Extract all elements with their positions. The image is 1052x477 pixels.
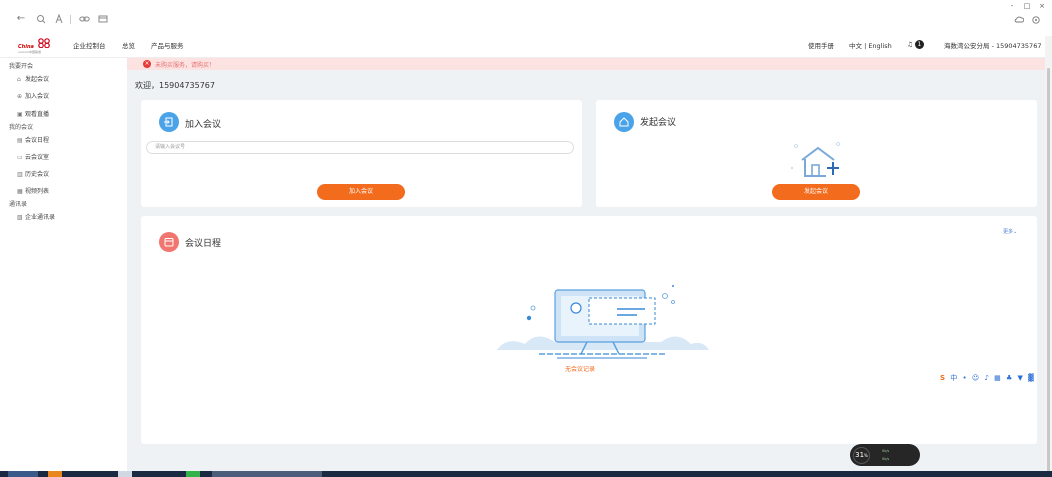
join-icon: ⊕ bbox=[17, 93, 23, 100]
start-meeting-button[interactable]: 发起会议 bbox=[772, 184, 860, 200]
calendar-icon: ▤ bbox=[17, 137, 23, 144]
close-button[interactable]: × bbox=[1035, 2, 1049, 10]
minimize-button[interactable]: - bbox=[1005, 2, 1019, 10]
live-icon: ▣ bbox=[17, 111, 23, 118]
chinese-mode-icon[interactable]: 中 bbox=[950, 373, 957, 383]
taskbar-app-icon[interactable] bbox=[118, 471, 132, 477]
sidebar-item-schedule[interactable]: ▤ 会议日程 bbox=[17, 135, 49, 144]
sidebar-item-label: 视频列表 bbox=[25, 188, 50, 195]
sidebar-item-videos[interactable]: ▦ 视频列表 bbox=[17, 186, 49, 195]
video-list-icon: ▦ bbox=[17, 188, 23, 195]
maximize-button[interactable]: □ bbox=[1020, 2, 1034, 10]
ime-toolbar[interactable]: S 中 • ☺ ♪ ▦ ♣ ▼ ▓ bbox=[940, 373, 1037, 384]
join-meeting-title: 加入会议 bbox=[185, 120, 222, 130]
taskbar bbox=[0, 471, 1052, 477]
upload-speed: 0k/s bbox=[882, 449, 890, 453]
error-icon: × bbox=[143, 60, 151, 68]
account-name[interactable]: 海数湾公安分局 - 15904735767 bbox=[944, 40, 1041, 50]
sidebar-item-label: 加入会议 bbox=[25, 93, 50, 100]
nav-overview[interactable]: 总览 bbox=[122, 40, 135, 50]
emoji-icon[interactable]: ☺ bbox=[972, 374, 979, 382]
language-switch[interactable]: 中文 | English bbox=[849, 40, 892, 50]
skin-icon[interactable]: ♣ bbox=[1006, 374, 1012, 382]
alert-banner: × 未购买服务，请购买！ bbox=[127, 58, 1045, 70]
meeting-number-input[interactable]: 请输入会议号 bbox=[146, 141, 574, 154]
history-icon: ▥ bbox=[17, 171, 23, 178]
unicom-knot-icon bbox=[38, 38, 50, 48]
start-meeting-icon bbox=[614, 112, 634, 132]
taskbar-start[interactable] bbox=[8, 471, 38, 477]
download-speed: 0k/s bbox=[882, 457, 890, 461]
nav-products[interactable]: 产品与服务 bbox=[151, 40, 184, 50]
back-arrow-icon[interactable]: ← bbox=[14, 12, 28, 26]
scrollbar-thumb[interactable] bbox=[1047, 68, 1050, 477]
alert-text: 未购买服务，请购买！ bbox=[155, 62, 216, 69]
cloud-icon[interactable] bbox=[1013, 15, 1025, 27]
taskbar-app-icon[interactable] bbox=[186, 471, 200, 477]
keyboard-icon[interactable]: ▦ bbox=[994, 374, 1001, 382]
empty-monitor-illustration bbox=[497, 285, 709, 359]
main-content: × 未购买服务，请购买！ 欢迎，15904735767 加入会议 请输入会议号 … bbox=[127, 58, 1045, 471]
sidebar-item-label: 云会议室 bbox=[25, 154, 50, 161]
font-icon[interactable] bbox=[52, 12, 66, 26]
browser-toolbar: - □ × ← bbox=[0, 0, 1052, 32]
taskbar-app-icon[interactable] bbox=[48, 471, 62, 477]
nav-console[interactable]: 企业控制台 bbox=[73, 40, 106, 50]
cpu-usage: 31% bbox=[853, 447, 870, 464]
settings-icon[interactable] bbox=[1030, 15, 1042, 28]
punctuation-icon[interactable]: • bbox=[963, 374, 967, 382]
sidebar-item-label: 历史会议 bbox=[25, 171, 50, 178]
notification-badge: 1 bbox=[914, 40, 924, 49]
divider bbox=[70, 15, 71, 24]
tab-icon[interactable] bbox=[96, 12, 110, 26]
calendar-icon bbox=[159, 232, 179, 252]
more-link[interactable]: 更多⌄ bbox=[1003, 228, 1017, 235]
sidebar: 我要开会 ⌂ 发起会议 ⊕ 加入会议 ▣ 观看直播 我的会议 ▤ 会议日程 ▭ 云会议室 … bbox=[0, 58, 127, 471]
search-icon[interactable] bbox=[34, 12, 48, 26]
sidebar-item-label: 发起会议 bbox=[25, 76, 50, 83]
join-meeting-button[interactable]: 加入会议 bbox=[317, 184, 405, 200]
sidebar-item-history[interactable]: ▥ 历史会议 bbox=[17, 169, 49, 178]
user-manual-link[interactable]: 使用手册 bbox=[808, 40, 834, 50]
contacts-icon: ▧ bbox=[17, 214, 23, 221]
page-scrollbar[interactable] bbox=[1045, 36, 1052, 477]
menu-grid-icon[interactable]: ▓ bbox=[1028, 374, 1033, 382]
sidebar-group-meeting: 我要开会 bbox=[9, 63, 34, 70]
link-icon[interactable] bbox=[77, 12, 91, 26]
sidebar-item-label: 会议日程 bbox=[25, 137, 50, 144]
chevron-down-icon: ⌄ bbox=[1013, 229, 1018, 235]
sidebar-item-start-meeting[interactable]: ⌂ 发起会议 bbox=[17, 74, 49, 83]
logo-subtext: unicom中国联通 bbox=[18, 50, 42, 54]
house-plus-illustration bbox=[791, 142, 840, 177]
sidebar-item-enterprise-contacts[interactable]: ▧ 企业通讯录 bbox=[17, 212, 55, 221]
join-meeting-icon bbox=[159, 112, 179, 132]
sidebar-item-live[interactable]: ▣ 观看直播 bbox=[17, 109, 49, 118]
sidebar-group-contacts: 通讯录 bbox=[9, 201, 28, 208]
schedule-card: 会议日程 更多⌄ 无会议记录 bbox=[141, 216, 1037, 444]
network-speed-widget[interactable]: 31% 0k/s 0k/s bbox=[850, 444, 920, 466]
room-icon: ▭ bbox=[17, 154, 23, 161]
bell-icon: ♫ bbox=[907, 40, 913, 49]
shirt-icon[interactable]: ▼ bbox=[1018, 374, 1023, 382]
sidebar-group-my-meetings: 我的会议 bbox=[9, 124, 34, 131]
join-meeting-card: 加入会议 请输入会议号 加入会议 bbox=[141, 100, 582, 207]
sidebar-item-join-meeting[interactable]: ⊕ 加入会议 bbox=[17, 91, 49, 100]
sidebar-item-label: 企业通讯录 bbox=[25, 214, 56, 221]
empty-state-text: 无会议记录 bbox=[565, 366, 596, 373]
start-meeting-card: 发起会议 发起会议 bbox=[596, 100, 1037, 207]
taskbar-window[interactable] bbox=[212, 471, 322, 477]
sidebar-item-label: 观看直播 bbox=[25, 111, 50, 118]
sidebar-item-cloud-room[interactable]: ▭ 云会议室 bbox=[17, 152, 49, 161]
app-header: China unicom中国联通 企业控制台 总览 产品与服务 使用手册 中文 … bbox=[0, 32, 1052, 58]
welcome-text: 欢迎，15904735767 bbox=[135, 81, 215, 90]
notification-button[interactable]: ♫ 1 bbox=[907, 40, 924, 49]
sogou-logo-icon: S bbox=[940, 374, 946, 382]
schedule-title: 会议日程 bbox=[185, 239, 222, 249]
start-meeting-title: 发起会议 bbox=[640, 118, 677, 128]
home-icon: ⌂ bbox=[17, 76, 21, 83]
microphone-icon[interactable]: ♪ bbox=[984, 374, 988, 382]
china-unicom-logo[interactable]: China unicom中国联通 bbox=[18, 38, 58, 54]
